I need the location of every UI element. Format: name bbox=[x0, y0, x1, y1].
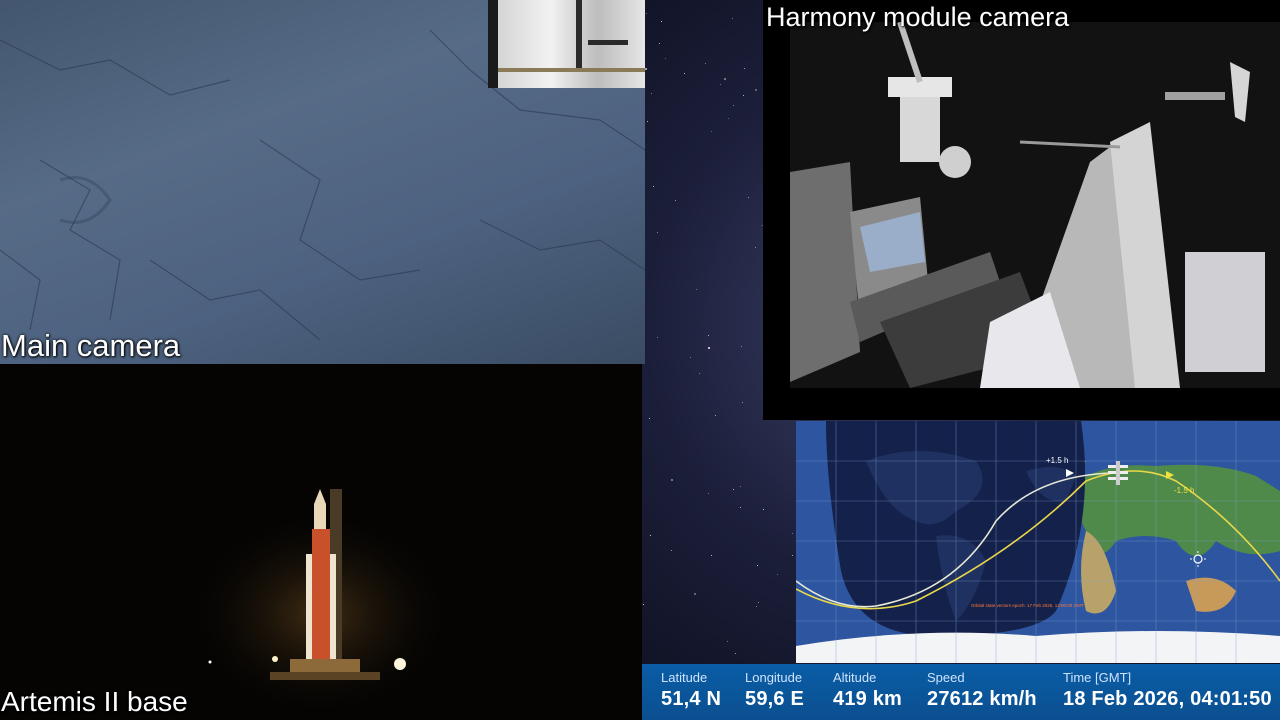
star bbox=[675, 200, 676, 201]
longitude-field: Longitude 59,6 E bbox=[745, 670, 804, 711]
harmony-camera-caption: Harmony module camera bbox=[766, 2, 1070, 32]
star bbox=[671, 479, 673, 481]
speed-value: 27612 km/h bbox=[927, 688, 1037, 710]
time-field: Time [GMT] 18 Feb 2026, 04:01:50 bbox=[1063, 670, 1272, 711]
artemis-base-feed bbox=[0, 364, 642, 720]
star bbox=[665, 58, 666, 59]
past-time-marker: -1.5 h bbox=[1174, 486, 1194, 495]
artemis-base-caption: Artemis II base bbox=[1, 686, 188, 717]
star bbox=[758, 602, 759, 603]
star bbox=[699, 373, 700, 374]
star bbox=[733, 105, 734, 106]
star bbox=[708, 335, 709, 336]
station-module-edge bbox=[488, 0, 645, 88]
time-label: Time [GMT] bbox=[1063, 670, 1132, 685]
star bbox=[649, 418, 650, 419]
star bbox=[711, 131, 712, 132]
main-camera-caption: Main camera bbox=[1, 328, 181, 363]
latitude-value: 51,4 N bbox=[661, 688, 722, 710]
star bbox=[647, 121, 648, 122]
launchpad-scene bbox=[0, 364, 642, 720]
star bbox=[659, 43, 660, 44]
iss-tracker-map: +1.5 h -1.5 h Orbital state vectors epoc… bbox=[796, 421, 1280, 663]
star bbox=[645, 68, 647, 70]
star bbox=[657, 337, 658, 338]
star bbox=[741, 346, 742, 347]
star bbox=[743, 95, 744, 96]
star bbox=[705, 63, 706, 64]
star bbox=[792, 533, 793, 534]
star bbox=[757, 565, 758, 566]
future-time-marker: +1.5 h bbox=[1046, 456, 1068, 465]
star bbox=[657, 232, 658, 233]
star bbox=[755, 89, 757, 91]
star bbox=[708, 493, 709, 494]
star bbox=[732, 18, 733, 19]
star bbox=[763, 509, 764, 510]
star bbox=[727, 641, 728, 642]
world-map: +1.5 h -1.5 h Orbital state vectors epoc… bbox=[796, 421, 1280, 663]
star bbox=[744, 68, 745, 69]
epoch-note: Orbital state vectors epoch: 17 Feb 2026… bbox=[971, 603, 1084, 608]
star bbox=[661, 21, 662, 22]
star bbox=[735, 653, 736, 654]
star bbox=[711, 555, 712, 556]
longitude-value: 59,6 E bbox=[745, 688, 805, 710]
altitude-field: Altitude 419 km bbox=[833, 670, 902, 711]
star bbox=[694, 593, 696, 595]
latitude-label: Latitude bbox=[661, 670, 708, 685]
star bbox=[792, 555, 793, 556]
star bbox=[653, 186, 654, 187]
station-structure-scene bbox=[790, 22, 1280, 388]
star bbox=[643, 604, 644, 605]
star bbox=[777, 574, 778, 575]
star bbox=[724, 78, 726, 80]
star bbox=[650, 535, 651, 536]
speed-label: Speed bbox=[927, 670, 965, 685]
star bbox=[684, 73, 685, 74]
star bbox=[755, 247, 756, 248]
longitude-label: Longitude bbox=[745, 670, 803, 685]
star bbox=[715, 415, 716, 416]
telemetry-bar: Latitude 51,4 N Longitude 59,6 E Altitud… bbox=[642, 664, 1280, 720]
star bbox=[742, 402, 743, 403]
speed-field: Speed 27612 km/h bbox=[927, 670, 1037, 711]
star bbox=[733, 489, 734, 490]
harmony-camera-panel bbox=[763, 0, 1280, 420]
main-camera-feed bbox=[0, 0, 645, 364]
altitude-label: Altitude bbox=[833, 670, 877, 685]
star bbox=[646, 13, 647, 14]
star bbox=[651, 93, 652, 94]
star bbox=[708, 347, 710, 349]
star bbox=[720, 84, 721, 85]
star bbox=[690, 357, 691, 358]
star bbox=[696, 289, 697, 290]
star bbox=[740, 507, 741, 508]
star bbox=[756, 606, 757, 607]
latitude-field: Latitude 51,4 N bbox=[661, 670, 721, 711]
star bbox=[740, 486, 741, 487]
altitude-value: 419 km bbox=[833, 688, 903, 710]
time-value: 18 Feb 2026, 04:01:50 bbox=[1063, 688, 1272, 710]
harmony-camera-feed bbox=[790, 22, 1280, 388]
star bbox=[748, 197, 749, 198]
star bbox=[728, 118, 729, 119]
star bbox=[671, 550, 672, 551]
